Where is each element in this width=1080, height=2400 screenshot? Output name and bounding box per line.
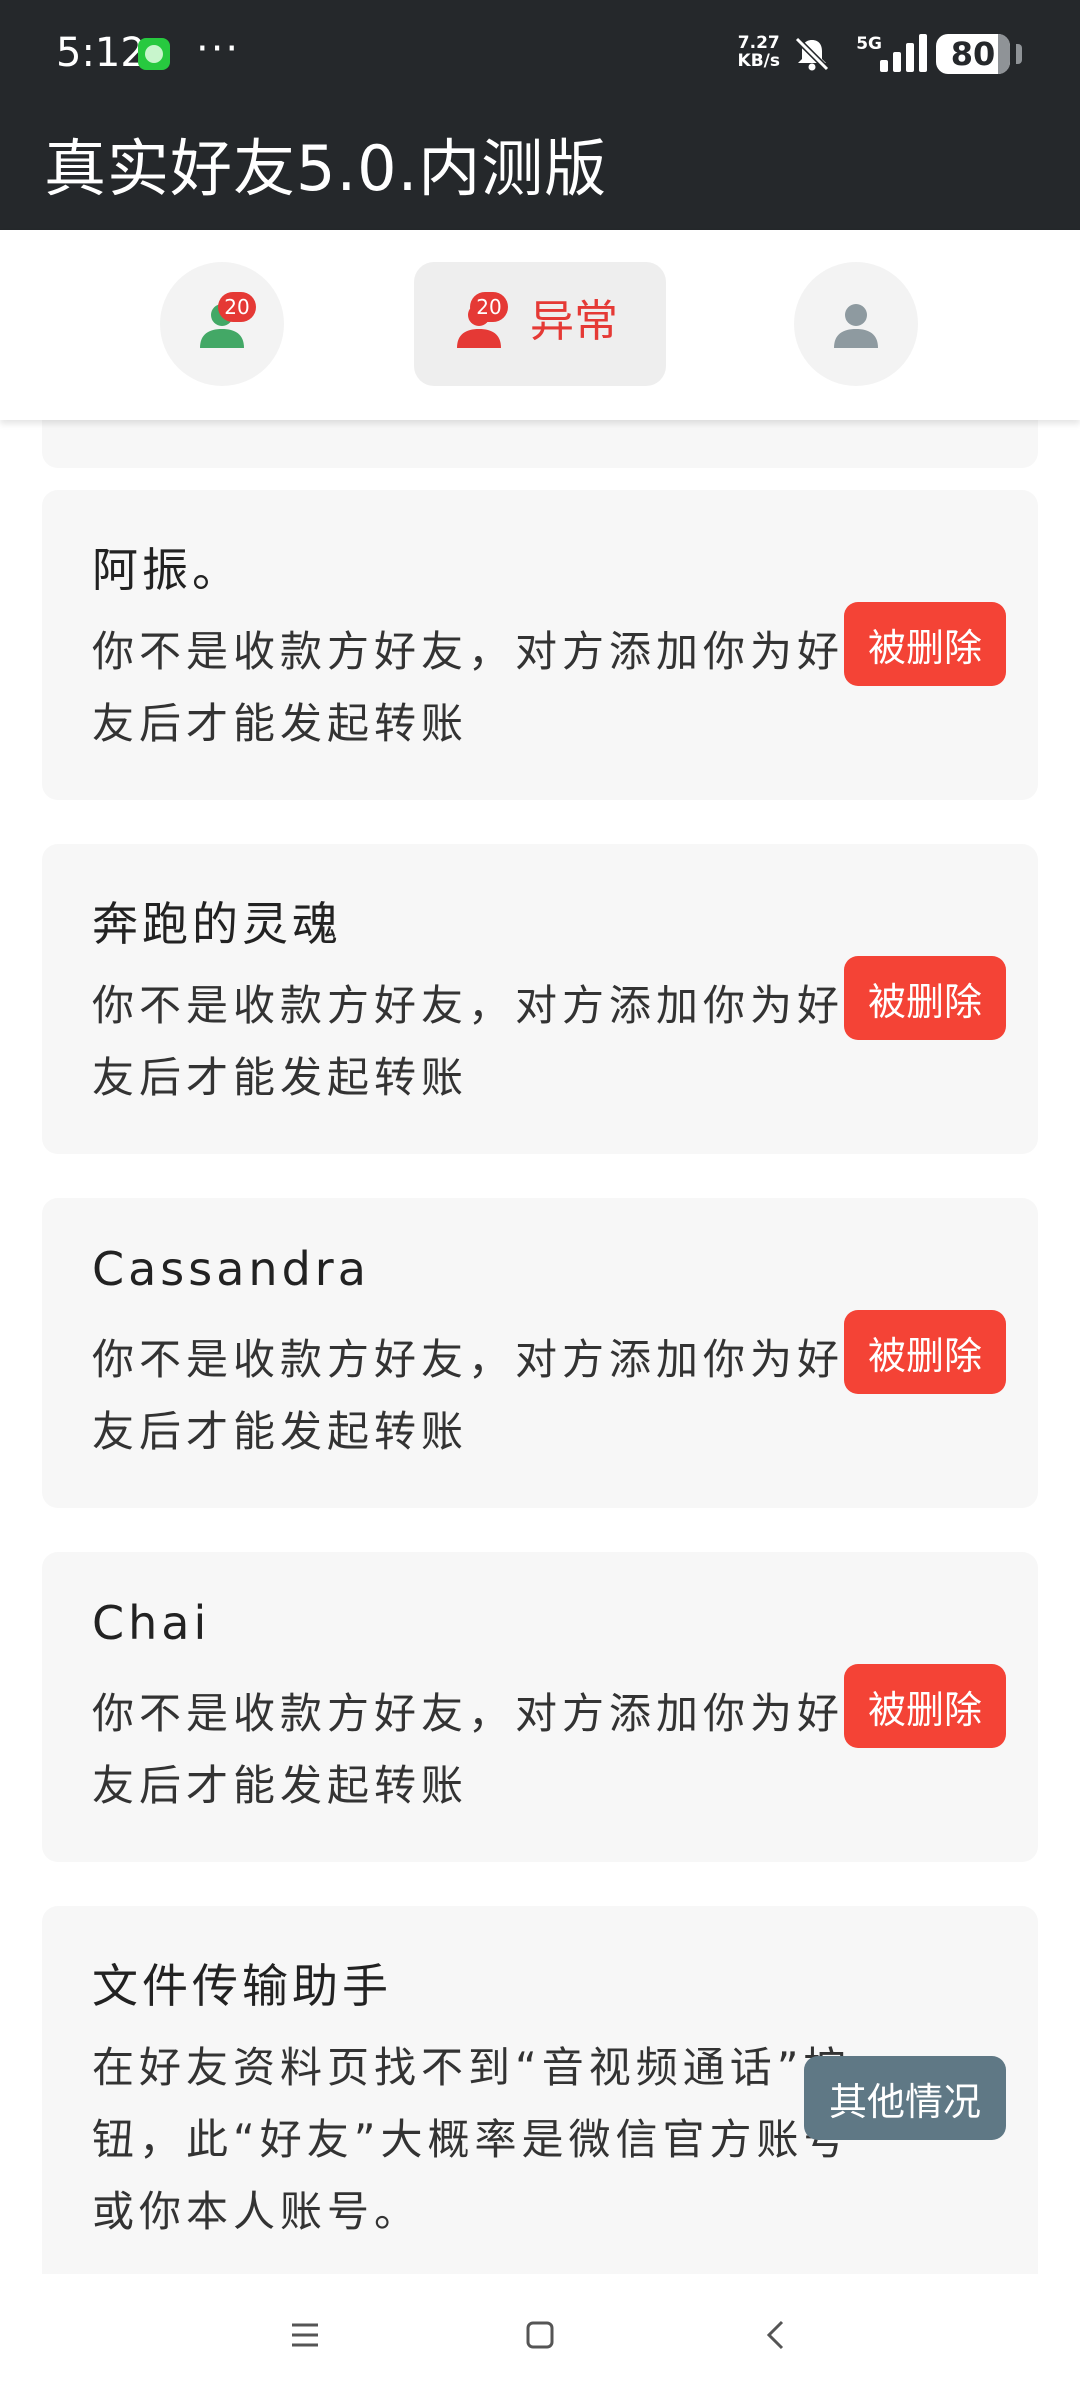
- status-bar: 5:12 ··· 7.27 KB/s 5G 80: [0, 0, 1080, 110]
- system-navigation-bar: [0, 2274, 1080, 2400]
- friend-status-description: 在好友资料页找不到“音视频通话”按钮，此“好友”大概率是微信官方账号或你本人账号…: [92, 2043, 851, 2236]
- status-time: 5:12: [56, 30, 146, 76]
- friend-status-description: 你不是收款方好友，对方添加你为好友后才能发起转账: [92, 981, 845, 1102]
- other-status-button[interactable]: 其他情况: [804, 2056, 1006, 2140]
- tab-normal-friends[interactable]: 20: [160, 262, 284, 386]
- app-header: 5:12 ··· 7.27 KB/s 5G 80 真实好友5.0.内测版: [0, 0, 1080, 230]
- friend-name: Chai: [92, 1596, 211, 1650]
- back-icon[interactable]: [740, 2300, 810, 2370]
- battery-level: 80: [936, 34, 1010, 74]
- friend-name: 奔跑的灵魂: [92, 897, 342, 951]
- message-notification-icon: [138, 38, 170, 70]
- friend-name: Cassandra: [92, 1242, 370, 1296]
- list-item[interactable]: Cassandra 你不是收款方好友，对方添加你为好友后才能发起转账 被删除: [42, 1198, 1038, 1508]
- list-item[interactable]: 奔跑的灵魂 你不是收款方好友，对方添加你为好友后才能发起转账 被删除: [42, 844, 1038, 1154]
- tab-abnormal-friends[interactable]: 20 异常: [414, 262, 666, 386]
- list-item[interactable]: 阿振。 你不是收款方好友，对方添加你为好友后才能发起转账 被删除: [42, 490, 1038, 800]
- list-item-partial: [42, 420, 1038, 468]
- more-notifications-icon: ···: [196, 26, 241, 72]
- friend-list[interactable]: 阿振。 你不是收款方好友，对方添加你为好友后才能发起转账 被删除 奔跑的灵魂 你…: [0, 420, 1080, 2274]
- menu-icon[interactable]: [270, 2300, 340, 2370]
- tab-abnormal-label: 异常: [530, 296, 618, 347]
- friend-status-description: 你不是收款方好友，对方添加你为好友后才能发起转账: [92, 1689, 845, 1810]
- friend-name: 文件传输助手: [92, 1959, 392, 2013]
- tab-bar: 20 20 异常: [0, 230, 1080, 420]
- deleted-status-button[interactable]: 被删除: [844, 956, 1006, 1040]
- friend-status-description: 你不是收款方好友，对方添加你为好友后才能发起转账: [92, 627, 845, 748]
- deleted-status-button[interactable]: 被删除: [844, 1664, 1006, 1748]
- tab-profile[interactable]: [794, 262, 918, 386]
- list-item[interactable]: Chai 你不是收款方好友，对方添加你为好友后才能发起转账 被删除: [42, 1552, 1038, 1862]
- battery-icon: [1016, 44, 1022, 64]
- status-icons: 7.27 KB/s 5G 80: [680, 0, 1080, 110]
- list-item[interactable]: 文件传输助手 在好友资料页找不到“音视频通话”按钮，此“好友”大概率是微信官方账…: [42, 1906, 1038, 2274]
- deleted-status-button[interactable]: 被删除: [844, 602, 1006, 686]
- network-speed: 7.27 KB/s: [737, 33, 780, 71]
- bell-muted-icon: [794, 36, 830, 72]
- normal-count-badge: 20: [218, 292, 256, 322]
- deleted-status-button[interactable]: 被删除: [844, 1310, 1006, 1394]
- person-icon: [834, 304, 878, 348]
- friend-status-description: 你不是收款方好友，对方添加你为好友后才能发起转账: [92, 1335, 845, 1456]
- home-icon[interactable]: [505, 2300, 575, 2370]
- app-title: 真实好友5.0.内测版: [44, 132, 608, 205]
- abnormal-count-badge: 20: [470, 292, 508, 322]
- friend-name: 阿振。: [92, 543, 242, 597]
- signal-icon: [880, 34, 927, 72]
